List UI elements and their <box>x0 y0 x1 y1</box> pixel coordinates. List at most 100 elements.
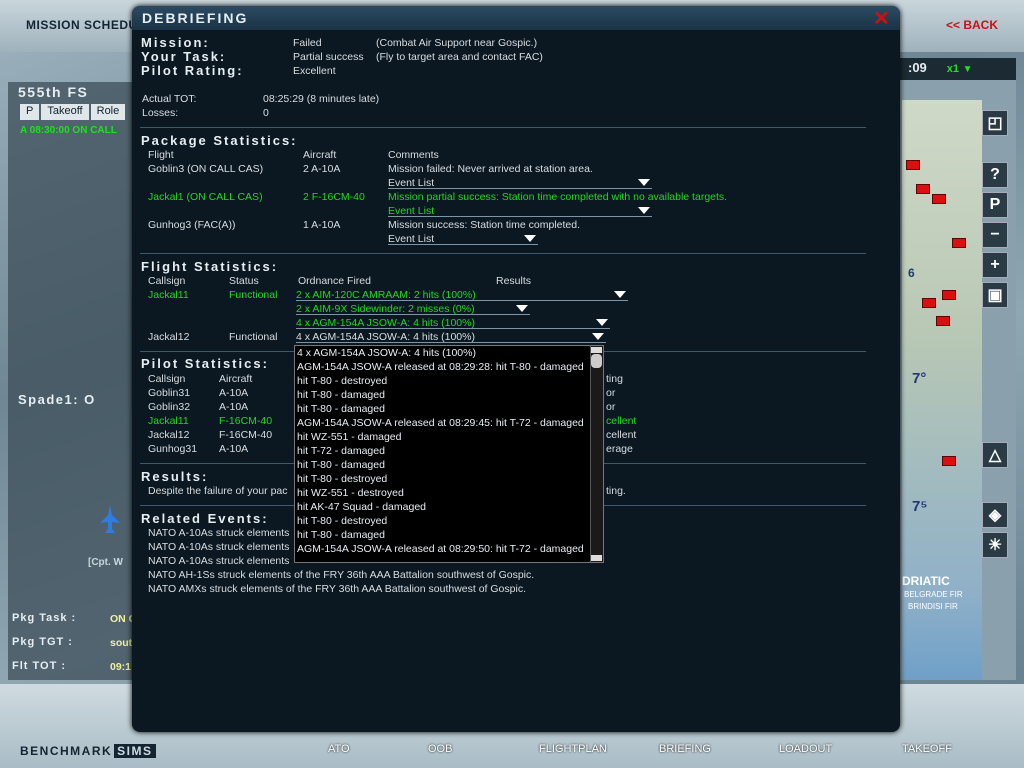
help-icon[interactable]: ? <box>982 162 1008 188</box>
ordnance-dropdown[interactable]: 2 x AIM-9X Sidewinder: 2 misses (0%) <box>296 303 530 315</box>
zoom-in-icon[interactable]: + <box>982 252 1008 278</box>
ordnance-event-list[interactable]: 4 x AGM-154A JSOW-A: 4 hits (100%) AGM-1… <box>294 345 604 563</box>
clock-time: :09 <box>908 60 927 75</box>
ordnance-dropdown[interactable]: 2 x AIM-120C AMRAAM: 2 hits (100%) <box>296 289 628 301</box>
pilot-rating: cellent <box>606 415 637 427</box>
select-tool-icon[interactable]: ◰ <box>982 110 1008 136</box>
flt-tot-label: Flt TOT : <box>12 660 67 672</box>
list-item[interactable]: hit T-80 - destroyed <box>295 514 603 528</box>
ordnance-dropdown[interactable]: 4 x AGM-154A JSOW-A: 4 hits (100%) <box>296 317 610 329</box>
threat-icon[interactable]: △ <box>982 442 1008 468</box>
time-accel[interactable]: x1 <box>947 63 959 75</box>
weather-icon[interactable]: ☀ <box>982 532 1008 558</box>
nav-takeoff[interactable]: TAKEOFF <box>902 743 952 755</box>
event-list-dropdown[interactable]: Event List <box>388 205 652 217</box>
pilot-p-icon[interactable]: P <box>982 192 1008 218</box>
unit-marker[interactable] <box>932 194 946 204</box>
pilot-rating: cellent <box>606 429 637 441</box>
brand-suffix: SIMS <box>114 744 156 758</box>
list-item[interactable]: hit T-80 - damaged <box>295 458 603 472</box>
divider <box>140 127 866 128</box>
related-event: NATO AH-1Ss struck elements of the FRY 3… <box>148 569 535 581</box>
unit-marker[interactable] <box>916 184 930 194</box>
list-item[interactable]: hit T-80 - damaged <box>295 388 603 402</box>
col-callsign: Callsign <box>148 373 186 385</box>
clock: :09 x1 ▼ <box>898 58 1016 80</box>
mission-label: Mission: <box>141 35 210 50</box>
squadron-name: 555th FS <box>18 84 89 100</box>
list-item[interactable]: hit T-80 - destroyed <box>295 374 603 388</box>
chevron-down-icon <box>614 291 626 298</box>
scroll-down-icon[interactable] <box>591 555 602 561</box>
tab-role[interactable]: Role <box>90 104 126 120</box>
pilot-rating: erage <box>606 443 633 455</box>
schedule-row[interactable]: A 08:30:00 ON CALL <box>20 125 117 136</box>
list-item[interactable]: AGM-154A JSOW-A released at 08:29:45: hi… <box>295 416 603 430</box>
event-list-dropdown[interactable]: Event List <box>388 177 652 189</box>
campaign-map[interactable]: 6 7° 7⁵ DRIATIC BELGRADE FIR BRINDISI FI… <box>902 100 982 680</box>
related-event: NATO AMXs struck elements of the FRY 36t… <box>148 583 526 595</box>
results-text: Despite the failure of your pac <box>148 485 288 497</box>
tab-takeoff[interactable]: Takeoff <box>41 104 89 120</box>
unit-marker[interactable] <box>942 456 956 466</box>
fit-map-icon[interactable]: ▣ <box>982 282 1008 308</box>
package-flight: Jackal1 (ON CALL CAS) <box>148 191 263 203</box>
nav-oob[interactable]: OOB <box>428 743 452 755</box>
unit-marker[interactable] <box>952 238 966 248</box>
related-event: NATO A-10As struck elements <box>148 527 290 539</box>
event-list-label: Event List <box>388 176 435 189</box>
col-status: Status <box>229 275 259 287</box>
left-panel <box>8 82 132 680</box>
list-item[interactable]: hit T-80 - destroyed <box>295 472 603 486</box>
col-aircraft: Aircraft <box>303 149 337 161</box>
pilot-callsign: Jackal11 <box>148 415 189 427</box>
unit-marker[interactable] <box>942 290 956 300</box>
losses-value: 0 <box>263 107 269 119</box>
map-label: 6 <box>908 266 915 280</box>
list-item[interactable]: hit AK-47 Squad - damaged <box>295 500 603 514</box>
pkg-tgt-label: Pkg TGT : <box>12 636 73 648</box>
related-event: NATO A-10As struck elements <box>148 541 290 553</box>
col-ordnance: Ordnance Fired <box>298 275 371 287</box>
event-list-label: Event List <box>388 232 435 245</box>
pilot-aircraft: A-10A <box>219 443 249 455</box>
chevron-down-icon <box>516 305 528 312</box>
flight-status: Functional <box>229 331 278 343</box>
zoom-out-icon[interactable]: − <box>982 222 1008 248</box>
close-icon[interactable]: ✕ <box>873 6 890 31</box>
recon-icon[interactable]: ◈ <box>982 502 1008 528</box>
back-button[interactable]: << BACK <box>946 18 998 32</box>
nav-flightplan[interactable]: FLIGHTPLAN <box>539 743 607 755</box>
task-label: Your Task: <box>141 49 227 64</box>
list-item[interactable]: hit T-80 - damaged <box>295 528 603 542</box>
mission-result: Failed <box>293 37 322 49</box>
list-item[interactable]: hit WZ-551 - damaged <box>295 430 603 444</box>
list-item[interactable]: hit T-72 - damaged <box>295 444 603 458</box>
event-list-dropdown[interactable]: Event List <box>388 233 538 245</box>
nav-ato[interactable]: ATO <box>328 743 350 755</box>
unit-marker[interactable] <box>936 316 950 326</box>
list-scrollbar[interactable] <box>590 346 603 562</box>
time-accel-arrow-icon[interactable]: ▼ <box>963 64 973 75</box>
ordnance-dropdown-open[interactable]: 4 x AGM-154A JSOW-A: 4 hits (100%) <box>296 331 606 343</box>
package-comment: Mission success: Station time completed. <box>388 219 580 231</box>
list-item[interactable]: 4 x AGM-154A JSOW-A: 4 hits (100%) <box>295 346 603 360</box>
list-item[interactable]: hit T-80 - damaged <box>295 402 603 416</box>
list-item[interactable]: AGM-154A JSOW-A released at 08:29:28: hi… <box>295 360 603 374</box>
map-label: BRINDISI FIR <box>908 602 958 611</box>
list-item[interactable]: AGM-154A JSOW-A released at 08:29:50: hi… <box>295 542 603 556</box>
results-title: Results: <box>141 469 209 484</box>
chevron-down-icon <box>524 235 536 242</box>
tab-p[interactable]: P <box>20 104 40 120</box>
list-item[interactable]: hit WZ-551 - destroyed <box>295 486 603 500</box>
tot-label: Actual TOT: <box>142 93 197 105</box>
tot-value: 08:25:29 (8 minutes late) <box>263 93 380 105</box>
scroll-up-icon[interactable] <box>591 347 602 353</box>
scrollbar-thumb[interactable] <box>591 354 602 368</box>
nav-loadout[interactable]: LOADOUT <box>779 743 832 755</box>
col-aircraft: Aircraft <box>219 373 253 385</box>
unit-marker[interactable] <box>922 298 936 308</box>
unit-marker[interactable] <box>906 160 920 170</box>
pilot-aircraft: F-16CM-40 <box>219 429 273 441</box>
nav-briefing[interactable]: BRIEFING <box>659 743 711 755</box>
